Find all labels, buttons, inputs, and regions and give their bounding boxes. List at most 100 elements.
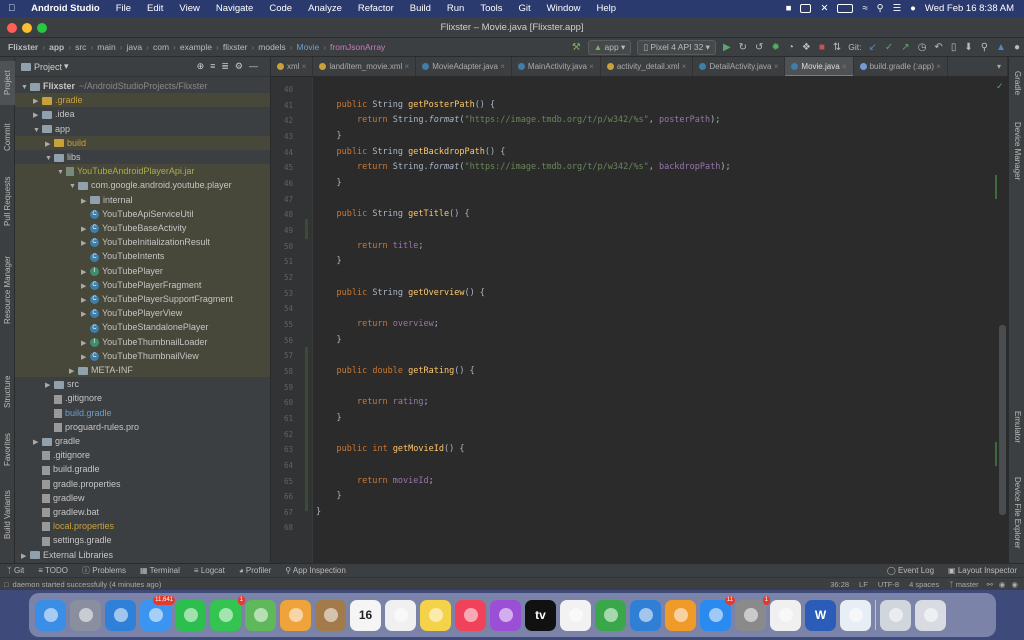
wifi-icon[interactable]: ≈ (862, 3, 867, 14)
crumb-method[interactable]: fromJsonArray (328, 42, 387, 52)
close-icon[interactable]: × (680, 62, 687, 71)
close-icon[interactable]: × (840, 62, 847, 71)
tree-item[interactable]: ▶ gradle (15, 434, 270, 448)
locate-icon[interactable]: ⊕ (197, 61, 211, 71)
hide-panel-icon[interactable]: — (249, 61, 264, 71)
dock-app-system-preferences[interactable]: 1 (735, 595, 770, 631)
tree-item[interactable]: ▼ YouTubeAndroidPlayerApi.jar (15, 164, 270, 179)
tree-item[interactable]: build.gradle (15, 462, 270, 476)
menu-tools[interactable]: Tools (472, 3, 510, 14)
editor-scrollbar[interactable] (999, 325, 1006, 515)
editor-tab[interactable]: Movie.java × (785, 57, 854, 76)
caret-position[interactable]: 36:28 (825, 580, 854, 589)
tree-item[interactable]: .gitignore (15, 391, 270, 405)
editor-tab[interactable]: MainActivity.java × (512, 57, 601, 76)
chevron-down-icon[interactable]: ▾ (64, 61, 69, 72)
editor-tab[interactable]: activity_detail.xml × (601, 57, 694, 76)
git-commit-icon[interactable]: ✓ (885, 42, 893, 53)
attach-debugger-icon[interactable]: ❖ (802, 42, 811, 53)
tree-item[interactable]: ▶ I YouTubeThumbnailLoader (15, 334, 270, 349)
dock-app-numbers[interactable] (595, 599, 626, 631)
notifications-icon[interactable]: ◉ (1008, 580, 1024, 589)
status-message[interactable]: daemon started successfully (4 minutes a… (13, 580, 162, 589)
tree-item[interactable]: ▶ C YouTubeBaseActivity (15, 221, 270, 236)
dock-app-safari[interactable] (105, 599, 136, 631)
dock-app-trash[interactable] (915, 599, 946, 631)
tool-problems[interactable]: ⓘ Problems (75, 565, 133, 576)
tree-item[interactable]: gradle.properties (15, 477, 270, 491)
tree-item[interactable]: ▼ libs (15, 150, 270, 164)
crumb-models[interactable]: models (256, 42, 287, 52)
tree-item[interactable]: gradlew (15, 491, 270, 505)
dock-app-photos[interactable] (280, 599, 311, 631)
apply-changes-icon[interactable]: ↻ (739, 42, 747, 53)
spotlight-icon[interactable]: ⚲ (877, 3, 884, 14)
menu-build[interactable]: Build (402, 3, 439, 14)
crumb-movie[interactable]: Movie (295, 42, 322, 52)
run-icon[interactable]: ▶ (723, 42, 731, 53)
tree-item[interactable]: C YouTubeIntents (15, 249, 270, 264)
menu-window[interactable]: Window (539, 3, 589, 14)
dock-app-reminders[interactable] (385, 599, 416, 631)
file-encoding[interactable]: UTF-8 (873, 580, 904, 589)
tool-profiler[interactable]: ◕ Profiler (232, 566, 278, 575)
history-icon[interactable]: ◷ (918, 42, 927, 53)
dock-app-android-studio[interactable] (840, 599, 871, 631)
dock-app-app-store[interactable]: 11 (700, 595, 735, 631)
dock-app-word[interactable]: W (805, 599, 836, 631)
chevron-right-icon[interactable]: ▶ (21, 550, 30, 563)
tree-item[interactable]: ▶ External Libraries (15, 548, 270, 563)
crumb-project[interactable]: Flixster (6, 42, 40, 52)
account-icon[interactable]: ● (1014, 42, 1020, 53)
crumb-example[interactable]: example (178, 42, 214, 52)
git-update-icon[interactable]: ↙ (869, 42, 877, 53)
tool-layout-inspector[interactable]: ▣ Layout Inspector (941, 566, 1024, 575)
project-view-select[interactable]: Project (34, 62, 62, 72)
expand-all-icon[interactable]: ≣ (221, 61, 235, 71)
close-icon[interactable]: × (587, 62, 594, 71)
profile-icon[interactable]: ◔ (788, 42, 794, 53)
tree-item[interactable]: ▶ internal (15, 192, 270, 207)
editor-tab[interactable]: MovieAdapter.java × (416, 57, 512, 76)
dock-app-facetime[interactable] (175, 599, 206, 631)
git-push-icon[interactable]: ↗ (901, 42, 909, 53)
tree-item[interactable]: ▶ C YouTubePlayerView (15, 306, 270, 321)
dock-app-music[interactable] (455, 599, 486, 631)
dock-app-tv[interactable]: tv (525, 599, 556, 631)
tree-item[interactable]: ▶ .gradle (15, 93, 270, 108)
close-icon[interactable]: × (772, 62, 779, 71)
menu-refactor[interactable]: Refactor (350, 3, 402, 14)
siri-icon[interactable]: ● (910, 3, 916, 14)
menu-analyze[interactable]: Analyze (300, 3, 350, 14)
crumb-app[interactable]: app (47, 42, 66, 52)
tool-tab-build-variants[interactable]: Build Variants (0, 485, 15, 545)
editor-tab[interactable]: DetailActivity.java × (693, 57, 786, 76)
lock-icon[interactable]: ⚯ (984, 580, 996, 589)
crumb-com[interactable]: com (151, 42, 171, 52)
dock-app-podcasts[interactable] (490, 599, 521, 631)
menu-navigate[interactable]: Navigate (208, 3, 262, 14)
tree-item[interactable]: ▶ C YouTubePlayerSupportFragment (15, 292, 270, 307)
tree-item[interactable]: .gitignore (15, 448, 270, 462)
dock-app-maps[interactable] (245, 599, 276, 631)
tool-tab-resource-manager[interactable]: Resource Manager (0, 247, 15, 333)
battery-icon[interactable] (837, 4, 854, 13)
update-icon[interactable]: ▲ (996, 42, 1006, 53)
tree-item[interactable]: C YouTubeStandalonePlayer (15, 320, 270, 335)
close-window-button[interactable] (7, 23, 17, 33)
menu-view[interactable]: View (171, 3, 207, 14)
tool-tab-device-manager[interactable]: Device Manager (1009, 115, 1024, 187)
tool-tab-commit[interactable]: Commit (0, 115, 15, 159)
dock-app-pages[interactable] (665, 599, 696, 631)
app-menu[interactable]: Android Studio (23, 3, 108, 14)
editor-tab[interactable]: land/item_movie.xml × (313, 57, 417, 76)
crumb-java[interactable]: java (125, 42, 145, 52)
tree-item[interactable]: ▶ .idea (15, 107, 270, 121)
sdk-manager-icon[interactable]: ⬇ (964, 42, 972, 53)
crumb-main[interactable]: main (95, 42, 117, 52)
tool-tab-structure[interactable]: Structure (0, 369, 15, 415)
tool-tab-project[interactable]: Project (0, 61, 15, 105)
debug-icon[interactable]: ✹ (771, 42, 779, 53)
tree-item[interactable]: build.gradle (15, 406, 270, 420)
tree-item[interactable]: ▶ META-INF (15, 363, 270, 378)
